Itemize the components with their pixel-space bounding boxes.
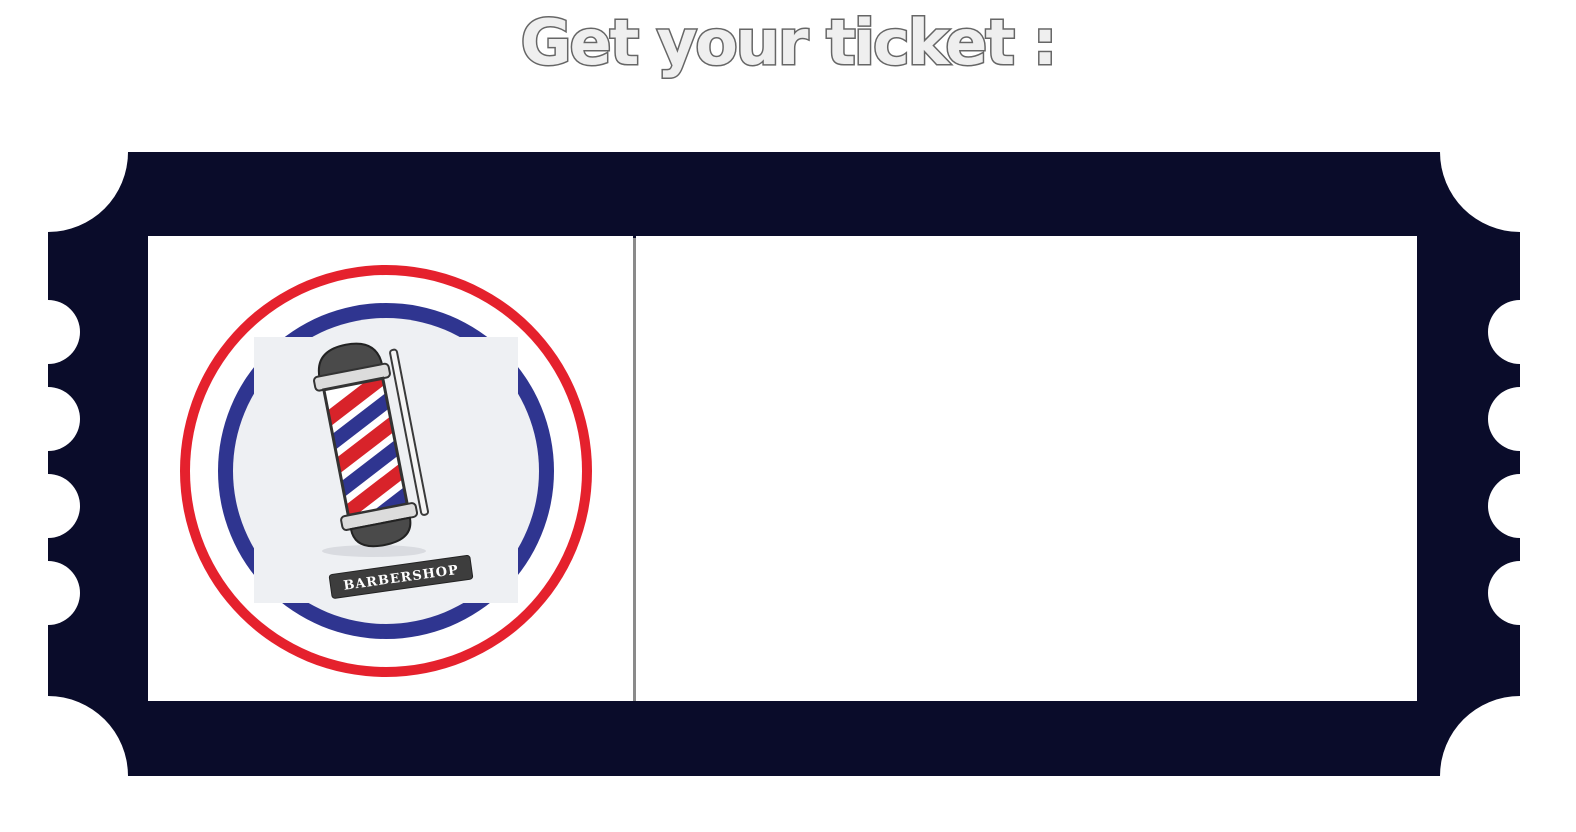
- ticket: BARBERSHOP: [0, 0, 1576, 832]
- barbershop-logo: BARBERSHOP: [174, 259, 598, 683]
- ticket-main-panel: [636, 236, 1417, 701]
